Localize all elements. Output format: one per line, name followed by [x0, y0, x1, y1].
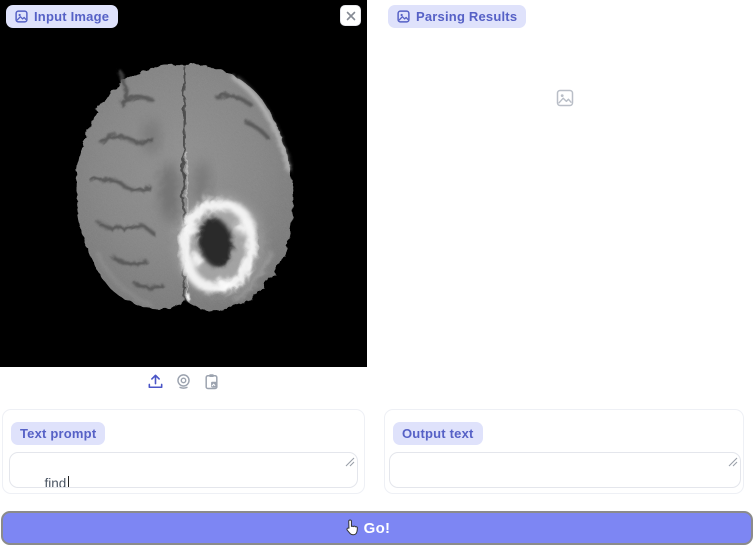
tumor-lesion	[176, 195, 262, 293]
output-text-panel: Output text	[384, 409, 744, 494]
output-textarea[interactable]	[389, 452, 741, 488]
input-image-area[interactable]: Input Image	[0, 0, 367, 367]
brain-mri-image	[0, 0, 367, 367]
output-text-badge: Output text	[393, 422, 483, 445]
input-image-badge-label: Input Image	[34, 10, 109, 23]
clipboard-image-icon	[203, 373, 220, 390]
text-prompt-badge: Text prompt	[11, 422, 105, 445]
app-window: Input Image	[0, 0, 754, 546]
image-source-toolbar	[0, 372, 367, 392]
upload-icon	[147, 373, 164, 390]
image-icon	[15, 10, 28, 23]
resize-handle[interactable]	[698, 452, 738, 485]
image-placeholder-icon	[556, 89, 574, 112]
go-button-label: Go!	[364, 520, 391, 537]
webcam-icon	[175, 373, 192, 390]
prompt-text: find	[45, 476, 67, 488]
output-text-badge-label: Output text	[402, 427, 474, 440]
image-icon	[397, 10, 410, 23]
prompt-textarea[interactable]: find	[9, 452, 358, 488]
resize-handle[interactable]	[315, 452, 355, 485]
webcam-button[interactable]	[174, 372, 194, 392]
upload-button[interactable]	[146, 372, 166, 392]
close-icon	[346, 11, 356, 21]
paste-clipboard-button[interactable]	[202, 372, 222, 392]
text-prompt-badge-label: Text prompt	[20, 427, 96, 440]
parsing-results-panel: Parsing Results	[383, 0, 754, 367]
parsing-results-badge: Parsing Results	[388, 5, 526, 28]
parsing-results-badge-label: Parsing Results	[416, 10, 517, 23]
go-button[interactable]: Go!	[1, 511, 753, 545]
text-caret	[68, 476, 69, 488]
input-image-badge: Input Image	[6, 5, 118, 28]
text-prompt-panel: Text prompt find	[2, 409, 365, 494]
close-button[interactable]	[340, 5, 361, 26]
